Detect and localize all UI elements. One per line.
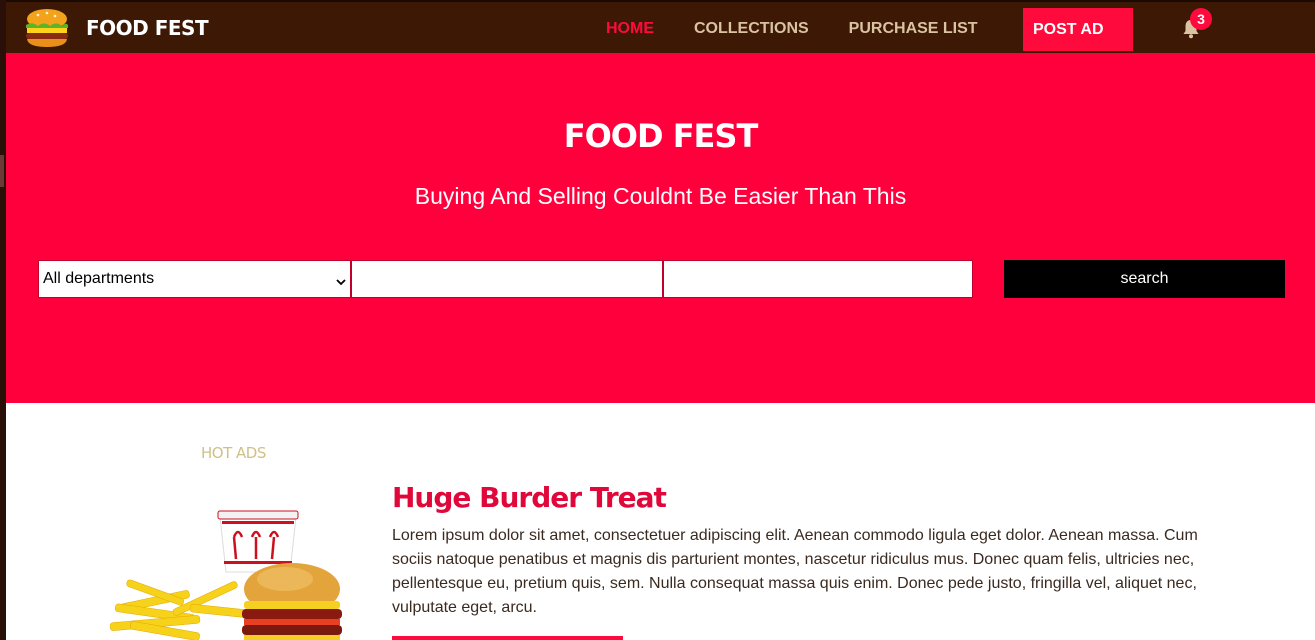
nav-collections[interactable]: COLLECTIONS	[694, 20, 809, 38]
window-edge-handle[interactable]	[0, 155, 4, 187]
hero-subtitle: Buying And Selling Couldnt Be Easier Tha…	[414, 183, 907, 209]
notification-badge: 3	[1190, 8, 1212, 30]
burger-logo-icon	[22, 7, 72, 49]
top-navbar: FOOD FEST HOME COLLECTIONS PURCHASE LIST…	[6, 0, 1315, 53]
department-select[interactable]: All departments	[38, 260, 351, 298]
search-input-secondary[interactable]	[663, 260, 973, 298]
main-nav: HOME COLLECTIONS PURCHASE LIST	[606, 2, 1018, 55]
nav-home[interactable]: HOME	[606, 20, 654, 38]
hero-title: FOOD FEST	[563, 117, 759, 155]
ad-description: Lorem ipsum dolor sit amet, consectetuer…	[392, 527, 1198, 616]
search-input-primary[interactable]	[351, 260, 663, 298]
hero-banner: FOOD FEST Buying And Selling Couldnt Be …	[6, 53, 1315, 403]
page: FOOD FEST HOME COLLECTIONS PURCHASE LIST…	[0, 0, 1315, 640]
search-button[interactable]: search	[1004, 260, 1285, 298]
section-label-hot-ads: HOT ADS	[201, 444, 266, 462]
ad-image[interactable]	[110, 497, 350, 640]
ad-title[interactable]: Huge Burder Treat	[392, 481, 667, 514]
brand[interactable]: FOOD FEST	[22, 7, 209, 49]
ad-action-button[interactable]	[392, 636, 623, 640]
chevron-down-icon	[336, 274, 346, 286]
post-ad-button[interactable]: POST AD	[1023, 8, 1133, 51]
department-select-value: All departments	[43, 270, 155, 287]
nav-purchase-list[interactable]: PURCHASE LIST	[849, 20, 978, 38]
brand-name: FOOD FEST	[86, 16, 209, 40]
